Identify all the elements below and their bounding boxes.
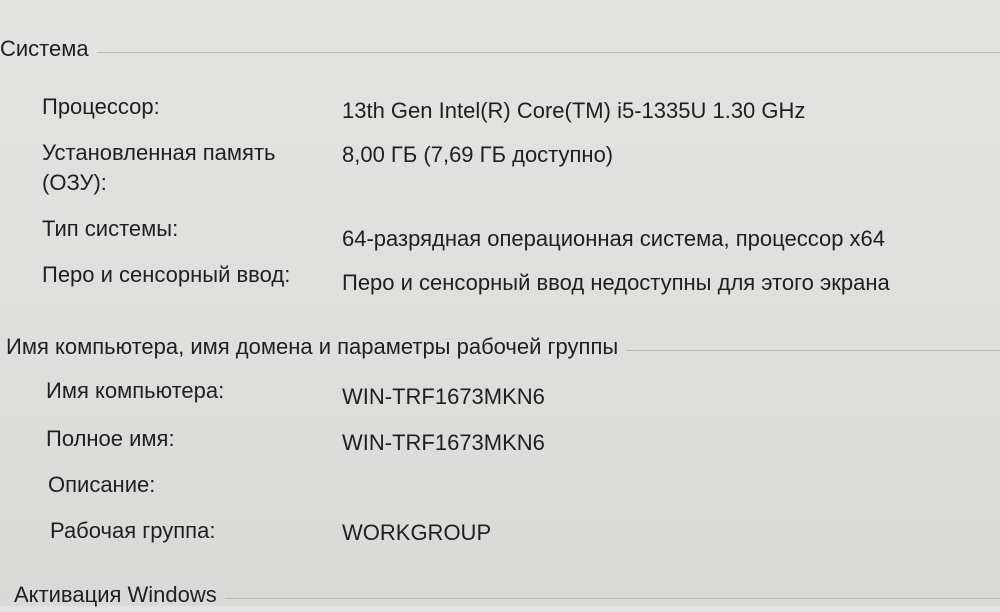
section-activation-title: Активация Windows — [14, 582, 217, 607]
processor-value: 13th Gen Intel(R) Core(TM) i5-1335U 1.30… — [342, 98, 806, 123]
system-type-label: Тип системы: — [42, 216, 179, 241]
section-divider — [224, 597, 1000, 599]
computer-name-value: WIN-TRF1673MKN6 — [342, 384, 545, 409]
processor-label: Процессор: — [42, 94, 160, 119]
section-computer-name-header: Имя компьютера, имя домена и параметры р… — [6, 330, 1000, 364]
full-name-value: WIN-TRF1673MKN6 — [342, 430, 545, 455]
computer-name-label: Имя компьютера: — [46, 378, 225, 403]
workgroup-label: Рабочая группа: — [50, 518, 216, 543]
installed-memory-label-line1: Установленная память — [42, 140, 276, 165]
section-system-header: Система — [0, 32, 1000, 66]
section-divider — [626, 349, 1000, 351]
workgroup-value: WORKGROUP — [342, 520, 492, 545]
installed-memory-value: 8,00 ГБ (7,69 ГБ доступно) — [342, 142, 614, 167]
pen-touch-label: Перо и сенсорный ввод: — [42, 262, 291, 287]
section-activation-header: Активация Windows — [14, 578, 1000, 612]
section-system-title: Система — [0, 36, 89, 61]
system-type-value: 64-разрядная операционная система, проце… — [342, 226, 886, 251]
installed-memory-label-line2: (ОЗУ): — [42, 170, 107, 195]
pen-touch-value: Перо и сенсорный ввод недоступны для это… — [342, 270, 890, 295]
description-label: Описание: — [48, 472, 156, 497]
section-computer-name-title: Имя компьютера, имя домена и параметры р… — [6, 334, 619, 359]
section-divider — [96, 51, 1000, 53]
full-name-label: Полное имя: — [46, 426, 175, 451]
